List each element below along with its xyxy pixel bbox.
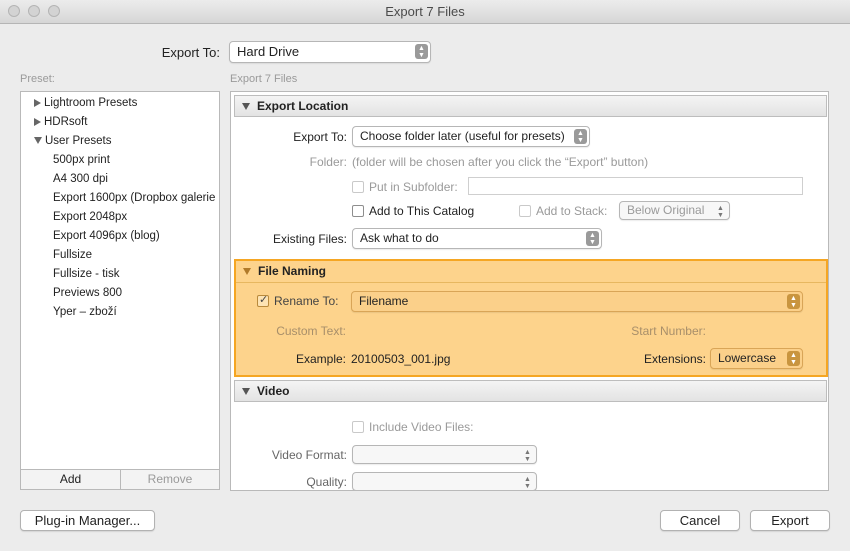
example-value: 20100503_001.jpg xyxy=(351,352,451,366)
video-format-select[interactable]: ▲ ▼ xyxy=(352,445,537,464)
add-catalog-label: Add to This Catalog xyxy=(369,204,475,218)
subfolder-label: Put in Subfolder: xyxy=(369,180,458,194)
updown-icon: ▲ ▼ xyxy=(586,231,599,246)
updown-icon: ▲ ▼ xyxy=(787,351,800,366)
preset-label-text: Export 1600px (Dropbox galerie xyxy=(53,192,216,204)
preset-list[interactable]: Lightroom Presets HDRsoft User Presets 500p… xyxy=(20,91,220,470)
updown-icon: ▲ ▼ xyxy=(415,44,428,59)
export-location-header[interactable]: Export Location xyxy=(234,95,827,117)
add-preset-button[interactable]: Add xyxy=(21,470,121,489)
preset-item[interactable]: Fullsize - tisk xyxy=(21,265,219,284)
custom-text-label: Custom Text: xyxy=(276,324,346,338)
updown-icon: ▲ ▼ xyxy=(524,449,531,463)
location-export-to-select[interactable]: Choose folder later (useful for presets)… xyxy=(352,126,590,147)
folder-value: (folder will be chosen after you click t… xyxy=(352,155,649,169)
preset-label-text: HDRsoft xyxy=(44,116,88,128)
preset-label-text: 500px print xyxy=(53,154,110,166)
existing-files-label: Existing Files: xyxy=(272,232,347,246)
disclosure-down-icon xyxy=(242,103,250,110)
preset-group[interactable]: Lightroom Presets xyxy=(21,94,219,113)
add-stack-checkbox[interactable] xyxy=(519,205,531,217)
preset-item[interactable]: A4 300 dpi xyxy=(21,170,219,189)
disclosure-down-icon xyxy=(242,388,250,395)
preset-group[interactable]: HDRsoft xyxy=(21,113,219,132)
preset-item[interactable]: Export 4096px (blog) xyxy=(21,227,219,246)
add-stack-select[interactable]: Below Original ▲ ▼ xyxy=(619,201,730,220)
disclosure-right-icon[interactable] xyxy=(34,98,41,107)
panel-heading: Export 7 Files xyxy=(230,73,298,85)
existing-files-select[interactable]: Ask what to do ▲ ▼ xyxy=(352,228,602,249)
export-to-select[interactable]: Hard Drive ▲ ▼ xyxy=(229,41,431,63)
preset-item[interactable]: Fullsize xyxy=(21,246,219,265)
video-format-label: Video Format: xyxy=(271,448,347,462)
include-video-checkbox[interactable] xyxy=(352,421,364,433)
add-stack-value: Below Original xyxy=(627,203,705,217)
export-location-title: Export Location xyxy=(257,99,349,113)
preset-label-text: User Presets xyxy=(45,135,112,147)
file-naming-title: File Naming xyxy=(258,264,327,278)
location-export-to-label: Export To: xyxy=(293,130,347,144)
include-video-label: Include Video Files: xyxy=(369,420,474,434)
quality-select[interactable]: ▲ ▼ xyxy=(352,472,537,490)
plugin-manager-button[interactable]: Plug-in Manager... xyxy=(20,510,155,531)
preset-label-text: Lightroom Presets xyxy=(44,97,138,109)
extensions-select[interactable]: Lowercase ▲ ▼ xyxy=(710,348,803,369)
preset-item[interactable]: Previews 800 xyxy=(21,284,219,303)
preset-item[interactable]: Export 2048px xyxy=(21,208,219,227)
cancel-button[interactable]: Cancel xyxy=(660,510,740,531)
remove-preset-button[interactable]: Remove xyxy=(121,470,219,489)
extensions-label: Extensions: xyxy=(643,352,706,366)
preset-item[interactable]: 500px print xyxy=(21,151,219,170)
preset-label-text: Previews 800 xyxy=(53,287,123,299)
add-stack-label: Add to Stack: xyxy=(536,204,608,218)
file-naming-section: File Naming Rename To: Filename ▲▼ Custo… xyxy=(234,259,828,377)
preset-item[interactable]: Yper – zboží xyxy=(21,303,219,322)
export-button[interactable]: Export xyxy=(750,510,830,531)
preset-label-text: Fullsize - tisk xyxy=(53,268,120,280)
export-to-label: Export To: xyxy=(161,45,220,60)
export-settings-panel: Export Location Export To: Choose folder… xyxy=(230,91,829,491)
subfolder-checkbox[interactable] xyxy=(352,181,364,193)
disclosure-down-icon xyxy=(243,268,251,275)
subfolder-input[interactable] xyxy=(468,177,803,195)
extensions-value: Lowercase xyxy=(718,351,777,365)
quality-label: Quality: xyxy=(306,475,347,489)
preset-label-text: A4 300 dpi xyxy=(53,173,108,185)
disclosure-right-icon[interactable] xyxy=(34,117,41,126)
window-title: Export 7 Files xyxy=(385,4,465,19)
updown-icon: ▲ ▼ xyxy=(524,476,531,490)
preset-label-text: Yper – zboží xyxy=(53,306,117,318)
preset-label-text: Export 2048px xyxy=(53,211,128,223)
existing-files-value: Ask what to do xyxy=(360,231,439,245)
preset-item[interactable]: Export 1600px (Dropbox galerie xyxy=(21,189,219,208)
video-title: Video xyxy=(257,384,290,398)
preset-list-buttons: Add Remove xyxy=(20,470,220,490)
start-number-label: Start Number: xyxy=(631,324,706,338)
disclosure-down-icon[interactable] xyxy=(34,137,42,145)
rename-value: Filename xyxy=(359,294,409,308)
preset-label-text: Fullsize xyxy=(53,249,92,261)
export-to-value: Hard Drive xyxy=(237,44,300,59)
video-header[interactable]: Video xyxy=(234,380,827,402)
rename-label: Rename To: xyxy=(274,294,339,308)
updown-icon: ▲ ▼ xyxy=(717,205,724,219)
folder-label: Folder: xyxy=(309,155,347,169)
preset-label: Preset: xyxy=(20,73,55,85)
file-naming-header[interactable]: File Naming xyxy=(236,261,826,283)
rename-select[interactable]: Filename ▲ ▼ xyxy=(351,291,803,312)
example-label: Example: xyxy=(295,352,346,366)
location-export-to-value: Choose folder later (useful for presets) xyxy=(360,129,565,143)
add-catalog-checkbox[interactable] xyxy=(352,205,364,217)
preset-label-text: Export 4096px (blog) xyxy=(53,230,160,242)
updown-icon: ▲ ▼ xyxy=(574,129,587,144)
rename-checkbox[interactable] xyxy=(257,293,269,307)
preset-group[interactable]: User Presets xyxy=(21,132,219,151)
updown-icon: ▲ ▼ xyxy=(787,294,800,309)
